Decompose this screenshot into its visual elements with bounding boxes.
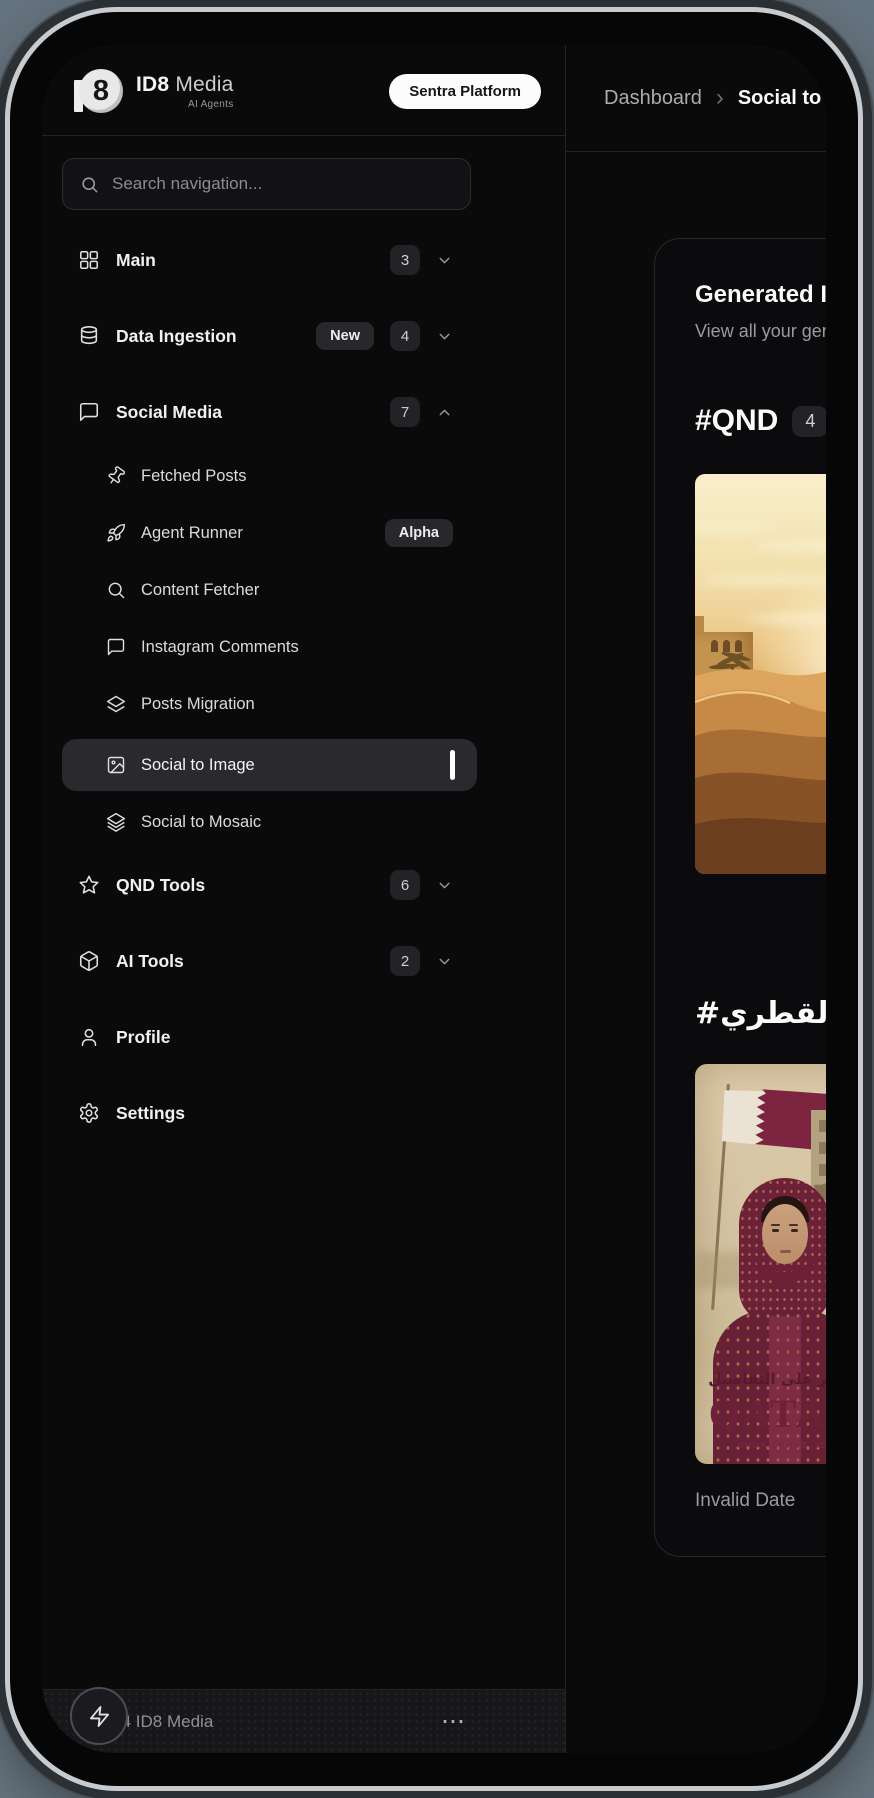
hashtag-group-heading: #الزي_القطري (695, 996, 826, 1031)
user-icon (78, 1026, 100, 1048)
hashtag-label: #QND (695, 404, 778, 438)
chat-icon (78, 401, 100, 423)
social-media-submenu: Fetched Posts Agent Runner Alpha Con (62, 454, 477, 844)
search-input[interactable]: Search navigation... (62, 158, 471, 210)
image-date-caption: Invalid Date (695, 1490, 826, 1512)
layers-icon (106, 694, 126, 714)
sidebar-item-profile[interactable]: Profile (62, 1011, 477, 1063)
card-title: Generated Images (695, 281, 826, 309)
chevron-down-icon (436, 252, 453, 269)
brand-name: ID8 Media AI Agents (136, 73, 234, 110)
poster-calligraphy: تقدير على التفاصيل (695, 1370, 826, 1388)
logo-circle: 8 (79, 69, 123, 113)
sidebar-item-posts-migration[interactable]: Posts Migration (62, 682, 477, 726)
platform-badge-button[interactable]: Sentra Platform (389, 74, 541, 109)
new-badge: New (316, 322, 374, 350)
sidebar-item-social-to-image[interactable]: Social to Image (62, 739, 477, 791)
database-icon (78, 325, 100, 347)
search-icon (106, 580, 126, 600)
pin-icon (102, 462, 130, 490)
sidebar-item-ai-tools[interactable]: AI Tools 2 (62, 935, 477, 987)
count-badge: 4 (390, 321, 420, 351)
sidebar-item-social-media[interactable]: Social Media 7 (62, 386, 477, 438)
copyright-text: © 2024 ID8 Media (76, 1712, 441, 1732)
count-badge: 2 (390, 946, 420, 976)
sidebar-item-content-fetcher[interactable]: Content Fetcher (62, 568, 477, 612)
sidebar-nav: Main 3 Data Ingestion New 4 (42, 210, 565, 1163)
count-badge: 7 (390, 397, 420, 427)
search-icon (80, 175, 99, 194)
brand-logo: 8 (74, 69, 123, 113)
active-caret-indicator (450, 750, 455, 780)
hashtag-group-heading: #QND 4 (695, 404, 826, 438)
desert-scene-image[interactable] (695, 474, 826, 874)
sidebar-item-instagram-comments[interactable]: Instagram Comments (62, 625, 477, 669)
main-content: Dashboard › Social to Image Generated Im… (566, 45, 826, 1753)
breadcrumb: Dashboard › Social to Image (566, 45, 826, 152)
count-badge: 3 (390, 245, 420, 275)
sidebar-item-agent-runner[interactable]: Agent Runner Alpha (62, 511, 477, 555)
poster-qatar-title: QATAR (695, 1390, 826, 1437)
page-body: Generated Images View all your generated… (566, 152, 826, 1753)
sidebar-item-settings[interactable]: Settings (62, 1087, 477, 1139)
chevron-up-icon (436, 404, 453, 421)
breadcrumb-separator: › (716, 84, 724, 112)
chevron-down-icon (436, 328, 453, 345)
count-badge: 6 (390, 870, 420, 900)
breadcrumb-current: Social to Image (738, 87, 826, 110)
sidebar-item-fetched-posts[interactable]: Fetched Posts (62, 454, 477, 498)
hashtag-count-badge: 4 (792, 406, 826, 437)
brand-tagline: AI Agents (136, 99, 234, 110)
brand-header: 8 ID8 Media AI Agents Sentra Platform (42, 45, 565, 136)
gear-icon (78, 1102, 100, 1124)
sand-dunes (695, 474, 826, 874)
card-subtitle: View all your generated images (695, 321, 826, 342)
chat-icon (106, 637, 126, 657)
stack-icon (106, 812, 126, 832)
breadcrumb-root-link[interactable]: Dashboard (604, 87, 702, 110)
logo-eight-glyph: 8 (93, 77, 109, 106)
generated-images-card: Generated Images View all your generated… (654, 238, 826, 1557)
chevron-down-icon (436, 953, 453, 970)
sidebar-item-data-ingestion[interactable]: Data Ingestion New 4 (62, 310, 477, 362)
poster-subtext: SHUKILEHVE. ID (695, 1440, 826, 1450)
quick-action-button[interactable] (70, 1687, 128, 1745)
cube-icon (78, 950, 100, 972)
image-icon (106, 755, 126, 775)
grid-icon (78, 249, 100, 271)
chevron-down-icon (436, 877, 453, 894)
sidebar: 8 ID8 Media AI Agents Sentra Platform Se… (42, 45, 566, 1753)
hashtag-label-arabic: #الزي_القطري (695, 996, 826, 1031)
qatar-poster-image[interactable]: تقدير على التفاصيل QATAR SHUKILEHVE. ID (695, 1064, 826, 1464)
sidebar-item-qnd-tools[interactable]: QND Tools 6 (62, 859, 477, 911)
rocket-icon (106, 523, 126, 543)
star-icon (78, 874, 100, 896)
more-options-button[interactable]: ⋯ (441, 1710, 465, 1734)
zap-icon (88, 1705, 111, 1728)
sidebar-item-main[interactable]: Main 3 (62, 234, 477, 286)
search-placeholder: Search navigation... (112, 174, 262, 194)
phone-frame: 8 ID8 Media AI Agents Sentra Platform Se… (5, 7, 863, 1791)
alpha-badge: Alpha (385, 519, 453, 547)
sidebar-item-social-to-mosaic[interactable]: Social to Mosaic (62, 800, 477, 844)
app-screen: 8 ID8 Media AI Agents Sentra Platform Se… (42, 45, 826, 1753)
